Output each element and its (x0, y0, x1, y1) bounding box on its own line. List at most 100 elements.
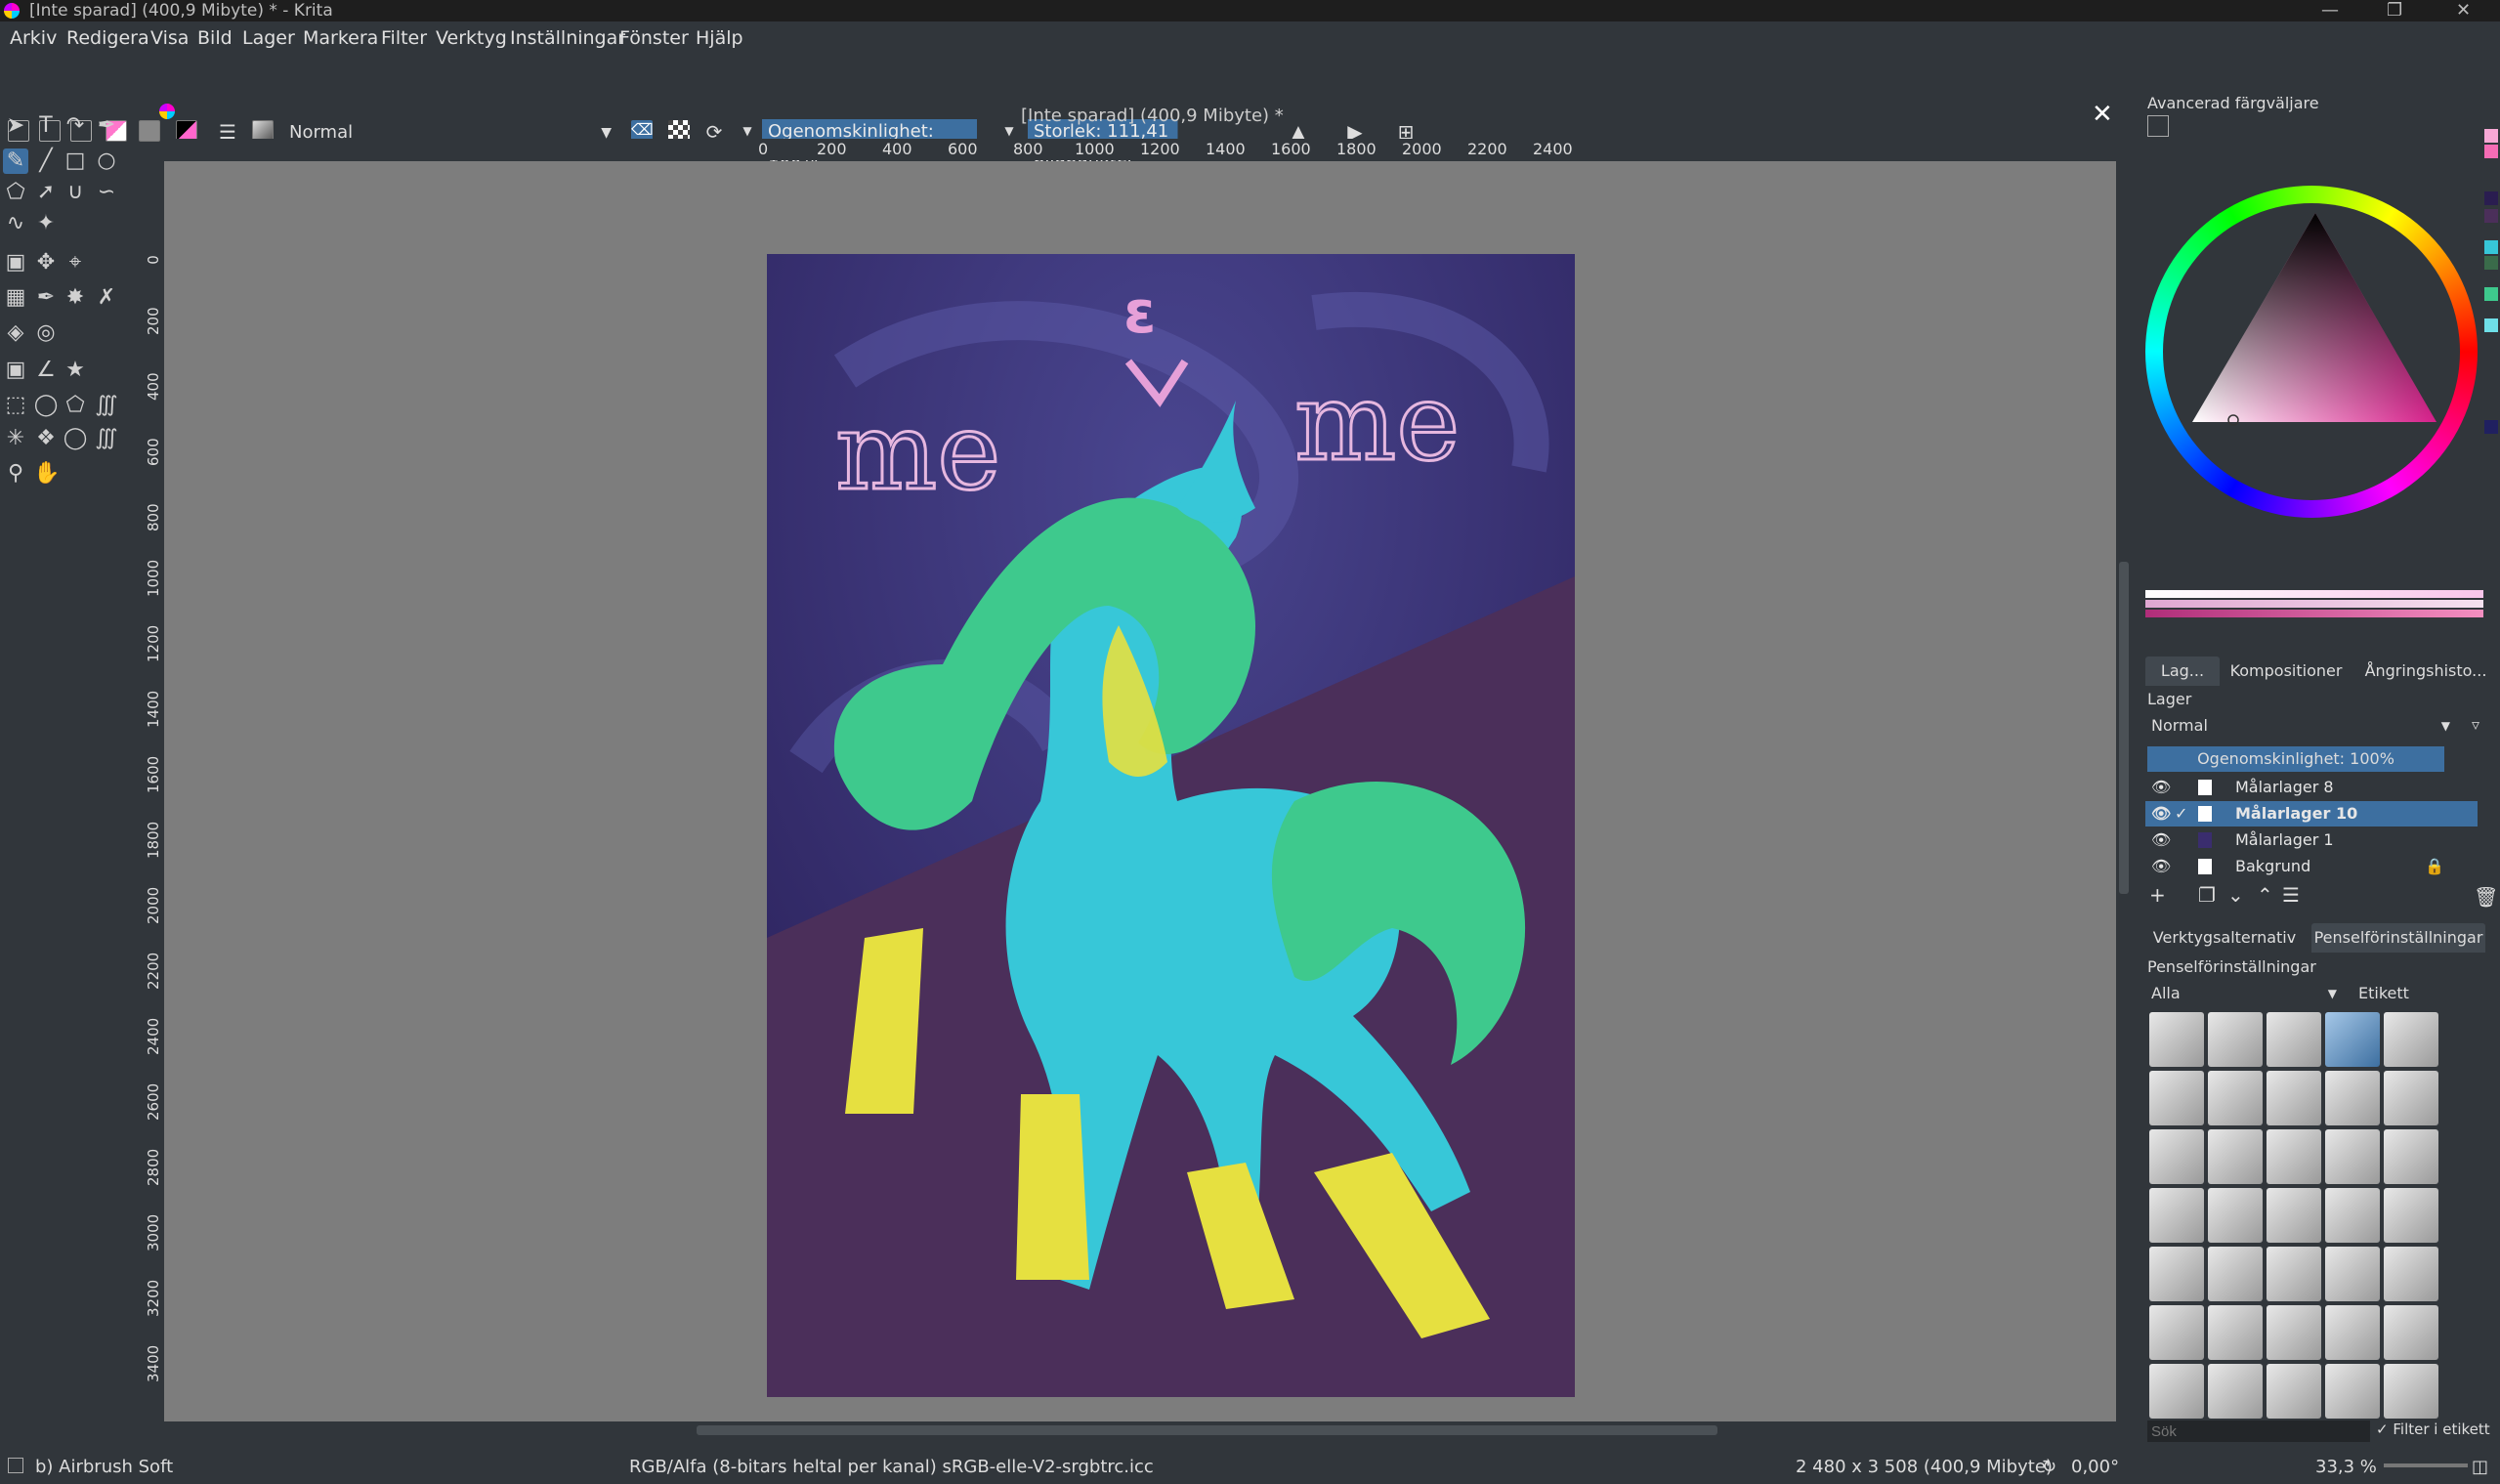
layer-blend-select[interactable]: Normal ▼ (2145, 713, 2458, 739)
brush-preset-tile[interactable] (2325, 1364, 2380, 1419)
brush-filter-select[interactable]: Alla ▼ (2147, 981, 2343, 1006)
bezier-tool-icon[interactable]: ∪ (63, 180, 88, 205)
menu-hjalp[interactable]: Hjälp (696, 27, 743, 49)
brush-preset-tile[interactable] (2208, 1247, 2263, 1301)
brush-preset-tile[interactable] (2267, 1129, 2321, 1184)
color-history-bar[interactable] (2145, 600, 2483, 608)
dynamic-brush-icon[interactable]: ∿ (3, 211, 28, 236)
add-layer-icon[interactable]: + (2149, 883, 2166, 907)
color-settings-icon[interactable] (2147, 115, 2169, 137)
contiguous-select-icon[interactable]: ✳ (3, 426, 28, 451)
swatch[interactable] (2484, 287, 2498, 301)
swatch[interactable] (2484, 145, 2498, 158)
color-triangle[interactable] (2145, 186, 2478, 518)
enclose-fill-icon[interactable]: ◎ (33, 320, 59, 346)
assistant-tool-icon[interactable]: ▣ (3, 358, 28, 383)
tag-button[interactable]: Etikett (2358, 981, 2444, 1006)
tab-brush-presets[interactable]: Penselförinställningar (2311, 923, 2485, 953)
brush-preset-tile[interactable] (2325, 1247, 2380, 1301)
eye-icon[interactable]: 👁 (2151, 775, 2171, 800)
polyline-tool-icon[interactable]: ➚ (33, 180, 59, 205)
eye-icon[interactable]: 👁 (2151, 801, 2171, 827)
status-brush[interactable]: b) Airbrush Soft (35, 1457, 173, 1477)
brush-preset-tile[interactable] (2267, 1305, 2321, 1360)
menu-redigera[interactable]: Redigera (66, 27, 149, 49)
layer-properties-icon[interactable]: ☰ (2282, 883, 2300, 907)
multibrush-icon[interactable]: ✦ (33, 211, 59, 236)
brush-search-input[interactable] (2147, 1420, 2370, 1442)
tab-compositions[interactable]: Kompositioner (2227, 657, 2345, 686)
brush-preset-tile[interactable] (2149, 1305, 2204, 1360)
brush-preset-tile[interactable] (2325, 1071, 2380, 1125)
menu-lager[interactable]: Lager (242, 27, 295, 49)
restore-icon[interactable]: ❐ (2387, 0, 2402, 21)
similar-select-icon[interactable]: ❖ (33, 426, 59, 451)
reference-tool-icon[interactable]: ★ (63, 358, 88, 383)
brush-preset-tile[interactable] (2384, 1364, 2438, 1419)
check-icon[interactable]: ✓ (2175, 801, 2187, 827)
brush-preset-tile[interactable] (2208, 1129, 2263, 1184)
vertical-scrollbar[interactable] (2116, 161, 2132, 1421)
brush-preset-tile[interactable] (2267, 1364, 2321, 1419)
move-tool-icon[interactable]: ✥ (33, 250, 59, 276)
tab-undo-history[interactable]: Ångringshisto... (2362, 657, 2489, 686)
brush-preset-tile[interactable] (2149, 1247, 2204, 1301)
select-shapes-icon[interactable]: ➤ (3, 113, 28, 139)
brush-preset-tile[interactable] (2384, 1188, 2438, 1243)
eye-icon[interactable]: 👁 (2151, 854, 2171, 879)
menu-visa[interactable]: Visa (150, 27, 189, 49)
gradient-tool-icon[interactable]: ▦ (3, 285, 28, 311)
canvas-artwork[interactable]: me me ɛ (767, 254, 1575, 1397)
brush-preset-tile[interactable] (2325, 1129, 2380, 1184)
zoom-slider[interactable] (2384, 1463, 2468, 1467)
brush-preset-tile[interactable] (2267, 1188, 2321, 1243)
brush-preset-tile[interactable] (2149, 1129, 2204, 1184)
fill-tool-icon[interactable]: ◈ (3, 320, 28, 346)
brush-preset-tile[interactable] (2267, 1012, 2321, 1067)
filter-icon[interactable]: ▿ (2472, 715, 2491, 735)
menu-verktyg[interactable]: Verktyg (436, 27, 507, 49)
brush-preset-tile[interactable] (2208, 1071, 2263, 1125)
rect-select-icon[interactable]: ⬚ (3, 393, 28, 418)
magnetic-select-icon[interactable]: ∭ (94, 426, 119, 451)
brush-preset-tile[interactable] (2208, 1188, 2263, 1243)
calligraphy-icon[interactable]: ✒ (94, 113, 119, 139)
layer-row-selected[interactable]: 👁 ✓ Målarlager 10 (2145, 801, 2478, 827)
rectangle-tool-icon[interactable]: □ (63, 148, 88, 174)
menu-arkiv[interactable]: Arkiv (10, 27, 57, 49)
swatch[interactable] (2484, 191, 2498, 205)
ellipse-select-icon[interactable]: ◯ (33, 393, 59, 418)
brush-preset-tile[interactable] (2267, 1247, 2321, 1301)
document-tab[interactable]: [Inte sparad] (400,9 Mibyte) * ✕ (151, 98, 2120, 137)
brush-preset-tile[interactable] (2208, 1364, 2263, 1419)
close-window-icon[interactable]: ✕ (2456, 0, 2471, 21)
layer-row[interactable]: 👁 Bakgrund 🔒 (2145, 854, 2478, 879)
brush-preset-tile[interactable] (2149, 1012, 2204, 1067)
ellipse-tool-icon[interactable]: ○ (94, 148, 119, 174)
duplicate-layer-icon[interactable]: ❐ (2198, 883, 2216, 907)
polygon-tool-icon[interactable]: ⬠ (3, 180, 28, 205)
brush-preset-tile[interactable] (2384, 1305, 2438, 1360)
zoom-tool-icon[interactable]: ⚲ (3, 461, 28, 487)
swatch[interactable] (2484, 256, 2498, 270)
swatch[interactable] (2484, 240, 2498, 254)
layer-row[interactable]: 👁 Målarlager 1 (2145, 827, 2478, 853)
horizontal-scrollbar[interactable] (164, 1422, 2116, 1438)
edit-shapes-icon[interactable]: ↷ (63, 113, 88, 139)
move-down-icon[interactable]: ⌄ (2227, 883, 2244, 907)
swatch[interactable] (2484, 318, 2498, 332)
color-picker-icon[interactable]: ✒ (33, 285, 59, 311)
swatch[interactable] (2484, 129, 2498, 143)
close-document-icon[interactable]: ✕ (2092, 100, 2113, 129)
measure-tool-icon[interactable]: ∠ (33, 358, 59, 383)
menu-markera[interactable]: Markera (303, 27, 378, 49)
freehand-path-icon[interactable]: ∽ (94, 180, 119, 205)
menu-filter[interactable]: Filter (381, 27, 427, 49)
transform-tool-icon[interactable]: ▣ (3, 250, 28, 276)
brush-preset-tile[interactable] (2267, 1071, 2321, 1125)
smart-patch-icon[interactable]: ✸ (63, 285, 88, 311)
screen-icon[interactable]: ◫ (2472, 1457, 2488, 1477)
delete-layer-icon[interactable]: 🗑 (2474, 885, 2498, 909)
brush-preset-tile[interactable] (2384, 1071, 2438, 1125)
eye-icon[interactable]: 👁 (2151, 827, 2171, 853)
